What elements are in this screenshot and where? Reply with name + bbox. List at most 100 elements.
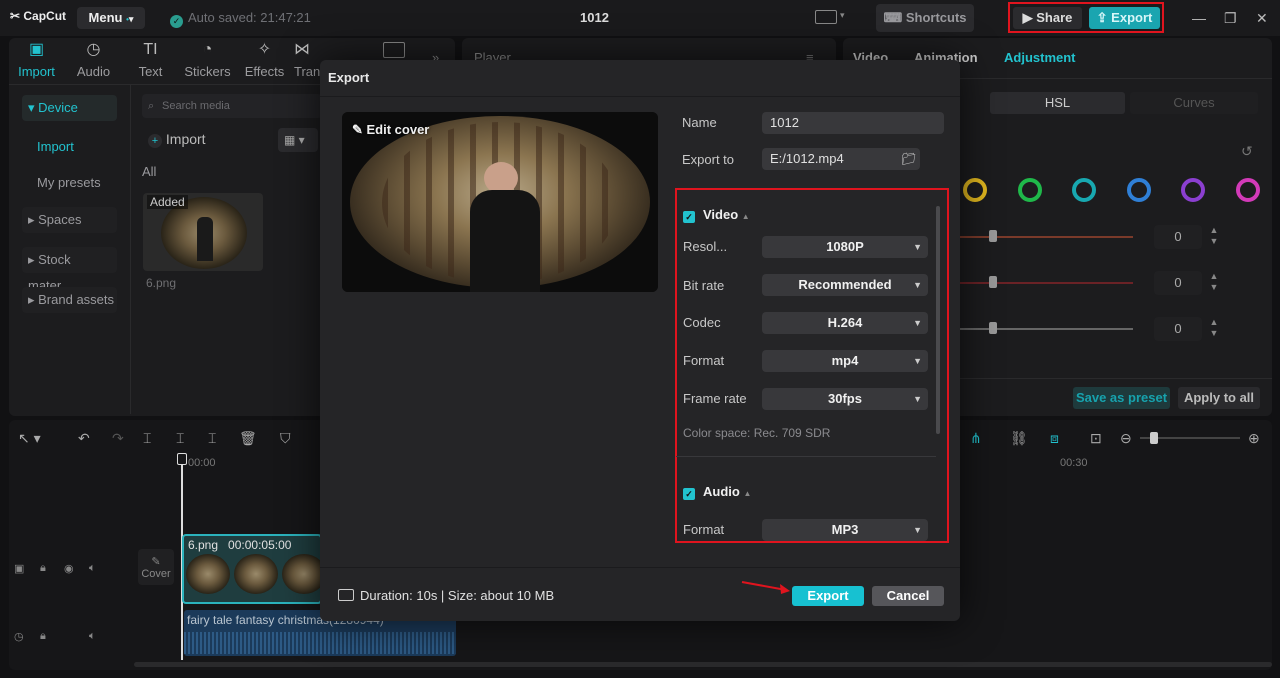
resolution-select[interactable]: 1080P ▼	[762, 236, 928, 258]
track-lock-icon[interactable]: 🔒︎	[40, 562, 46, 575]
folder-icon[interactable]: 📁︎	[898, 148, 920, 170]
hue-slider[interactable]	[960, 236, 1133, 238]
redo-icon[interactable]: ↷	[112, 430, 124, 447]
sidebar-item-my-presets[interactable]: My presets	[37, 175, 101, 190]
save-as-preset-button[interactable]: Save as preset	[1073, 387, 1170, 409]
share-button[interactable]: ▶ Share	[1013, 7, 1082, 29]
export-button[interactable]: Export	[792, 586, 864, 606]
zoom-slider-knob[interactable]	[1150, 432, 1158, 444]
close-icon[interactable]: ✕	[1256, 10, 1268, 27]
preview-axis-icon[interactable]: ⊡	[1090, 430, 1102, 447]
name-input[interactable]: 1012	[762, 112, 944, 134]
maximize-icon[interactable]: ❐	[1224, 10, 1237, 27]
hue-magenta-swatch[interactable]	[1236, 178, 1260, 202]
mark-icon[interactable]: ⛉	[280, 430, 291, 447]
video-section-toggle[interactable]: ✓ Video ▲	[683, 207, 750, 223]
audio-checkbox-icon[interactable]: ✓	[683, 488, 695, 500]
format-select[interactable]: mp4 ▼	[762, 350, 928, 372]
import-media-button[interactable]: + Import	[148, 131, 206, 148]
export-path-input[interactable]: E:/1012.mp4	[762, 148, 914, 170]
video-clip[interactable]: 6.png 00:00:05:00	[182, 534, 322, 604]
view-toggle-button[interactable]: ▦ ▾	[278, 128, 318, 152]
delete-icon[interactable]: 🗑	[239, 430, 257, 447]
saturation-spinner-icon[interactable]: ▲ ▼	[1207, 271, 1221, 295]
luminance-slider-knob[interactable]	[989, 322, 997, 334]
zoom-in-icon[interactable]: ⊕	[1248, 430, 1260, 447]
video-checkbox-icon[interactable]: ✓	[683, 211, 695, 223]
hsl-tab[interactable]: HSL	[990, 92, 1125, 114]
hue-cyan-swatch[interactable]	[1072, 178, 1096, 202]
layout-icon[interactable]	[815, 10, 837, 24]
minimize-icon[interactable]: —	[1192, 10, 1206, 26]
audio-format-label: Format	[683, 522, 725, 537]
zoom-out-icon[interactable]: ⊖	[1120, 430, 1132, 447]
collapse-icon: ▲	[741, 212, 750, 221]
luminance-slider[interactable]	[960, 328, 1133, 330]
select-tool-icon[interactable]: ↖ ▾	[18, 430, 41, 447]
tab-import[interactable]: ▣ Import	[9, 40, 64, 79]
split-right-icon[interactable]: ⌶	[208, 430, 216, 447]
reset-icon[interactable]: ↺	[1241, 143, 1253, 160]
export-top-button[interactable]: ⇪ Export	[1089, 7, 1160, 29]
track-video-icon[interactable]: ▣	[14, 562, 24, 575]
media-thumbnail[interactable]: Added	[143, 193, 263, 271]
hue-spinner-icon[interactable]: ▲ ▼	[1207, 225, 1221, 249]
hue-yellow-swatch[interactable]	[963, 178, 987, 202]
tab-audio[interactable]: ◷ Audio	[66, 40, 121, 79]
shortcuts-button[interactable]: ⌨ Shortcuts	[876, 4, 974, 32]
layout-chevron-icon[interactable]: ▾	[840, 10, 845, 21]
sidebar-item-spaces[interactable]: ▸ Spaces	[22, 207, 117, 233]
track-mute-icon[interactable]: 🔈︎	[89, 562, 96, 575]
saturation-slider[interactable]	[960, 282, 1133, 284]
settings-scrollbar[interactable]	[936, 206, 940, 434]
track-audio-icon[interactable]: ◷	[14, 630, 24, 643]
hue-green-swatch[interactable]	[1018, 178, 1042, 202]
bitrate-label: Bit rate	[683, 278, 725, 293]
luminance-spinner-icon[interactable]: ▲ ▼	[1207, 317, 1221, 341]
audio-section-toggle[interactable]: ✓ Audio ▲	[683, 484, 751, 500]
undo-icon[interactable]: ↶	[78, 430, 90, 447]
filter-all[interactable]: All	[142, 164, 156, 179]
hue-value[interactable]: 0	[1154, 225, 1202, 249]
track-visibility-icon[interactable]: ◉	[64, 562, 74, 575]
saturation-value[interactable]: 0	[1154, 271, 1202, 295]
tab-stickers[interactable]: ◔ Stickers	[180, 40, 235, 79]
tab-adjustment[interactable]: Adjustment	[1004, 50, 1076, 65]
luminance-value[interactable]: 0	[1154, 317, 1202, 341]
sidebar-item-import[interactable]: Import	[37, 139, 74, 154]
saturation-slider-knob[interactable]	[989, 276, 997, 288]
audio-format-select[interactable]: MP3 ▼	[762, 519, 928, 541]
split-left-icon[interactable]: ⌶	[176, 430, 184, 447]
codec-select[interactable]: H.264 ▼	[762, 312, 928, 334]
hue-slider-knob[interactable]	[989, 230, 997, 242]
curves-tab[interactable]: Curves	[1130, 92, 1258, 114]
menu-button[interactable]: Menu •▾	[77, 7, 145, 29]
sidebar-item-stock[interactable]: ▸ Stock mater...	[22, 247, 117, 293]
magnet-icon[interactable]: ⋔	[970, 430, 982, 447]
cover-preview[interactable]: ✎ Edit cover	[342, 112, 658, 292]
capcut-logo-icon: ✂	[10, 9, 24, 23]
audio-lock-icon[interactable]: 🔒︎	[40, 630, 46, 643]
cancel-button[interactable]: Cancel	[872, 586, 944, 606]
hue-blue-swatch[interactable]	[1127, 178, 1151, 202]
tab-text[interactable]: TI Text	[123, 40, 178, 79]
align-icon[interactable]: ⧈	[1050, 430, 1059, 447]
audio-mute-icon[interactable]: 🔈︎	[89, 630, 96, 643]
sidebar-item-brand-assets[interactable]: ▸ Brand assets	[22, 287, 117, 313]
edit-cover-button[interactable]: ✎ Edit cover	[352, 122, 429, 138]
apply-to-all-button[interactable]: Apply to all	[1178, 387, 1260, 409]
playhead-handle[interactable]	[177, 453, 187, 465]
share-icon: ▶	[1022, 10, 1037, 25]
captions-icon[interactable]	[383, 42, 405, 58]
framerate-select[interactable]: 30fps ▼	[762, 388, 928, 410]
sidebar-item-device[interactable]: ▾ Device	[22, 95, 117, 121]
tab-effects[interactable]: ✧ Effects	[237, 40, 292, 79]
search-input[interactable]: ⌕ Search media	[142, 94, 322, 118]
hue-purple-swatch[interactable]	[1181, 178, 1205, 202]
link-icon[interactable]: ⛓	[1010, 430, 1028, 447]
timeline-scrollbar[interactable]	[134, 662, 1272, 667]
cover-button[interactable]: ✎ Cover	[138, 549, 174, 585]
split-icon[interactable]: ⌶	[143, 430, 151, 447]
bitrate-select[interactable]: Recommended ▼	[762, 274, 928, 296]
clip-frame	[234, 554, 278, 594]
